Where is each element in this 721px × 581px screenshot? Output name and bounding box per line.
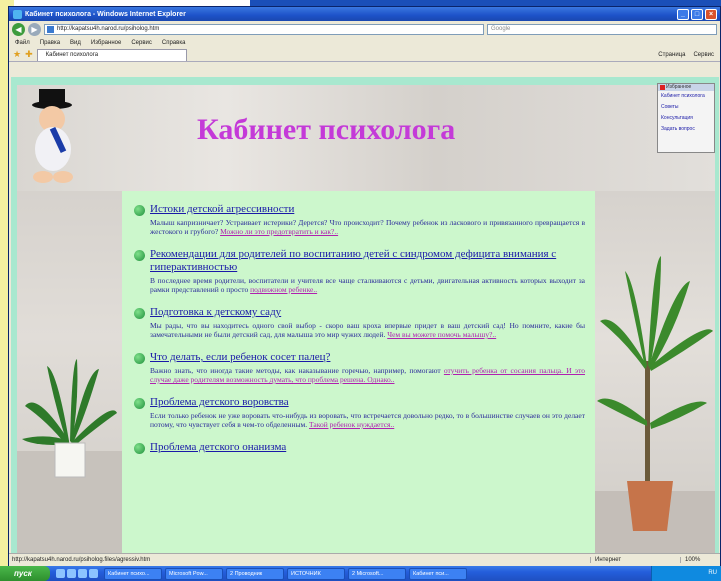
quicklaunch-icon[interactable] [67, 569, 76, 578]
list-item: Проблема детского онанизма [132, 441, 585, 454]
list-item: Что делать, если ребенок сосет палец? Ва… [132, 351, 585, 384]
url-input[interactable]: http://kapatsu4h.narod.ru/psiholog.htm [44, 23, 484, 35]
bullet-icon [134, 205, 145, 216]
panel-header: Избранное [658, 84, 714, 91]
read-more-link[interactable]: Такой ребенок нуждается.. [309, 420, 394, 429]
list-item: Подготовка к детскому саду Мы рады, что … [132, 306, 585, 339]
bullet-icon [134, 443, 145, 454]
web-page: Кабинет психолога Истоки детской агресси… [17, 85, 715, 555]
article-summary: В последнее время родители, воспитатели … [150, 276, 585, 294]
menu-bar: Файл Правка Вид Избранное Сервис Справка [9, 37, 720, 48]
menu-favorites[interactable]: Избранное [91, 40, 121, 46]
summary-text: Мы рады, что вы находитесь одного свой в… [150, 321, 585, 339]
bullet-icon [134, 308, 145, 319]
close-icon[interactable]: × [705, 8, 717, 20]
read-more-link[interactable]: Можно ли это предотвратить и как?.. [220, 227, 338, 236]
bullet-icon [134, 250, 145, 261]
summary-text: Важно знать, что иногда такие методы, ка… [150, 366, 441, 375]
system-tray: RU [651, 566, 721, 581]
palm-right-image [595, 256, 715, 555]
left-decor-column [17, 191, 122, 555]
article-summary: Малыш капризничает? Устраивает истерики?… [150, 218, 585, 236]
page-viewport: Кабинет психолога Истоки детской агресси… [11, 77, 719, 555]
page-menu[interactable]: Страница [658, 52, 685, 58]
taskbar-item[interactable]: Кабинет психо... [104, 567, 162, 580]
bullet-icon [134, 353, 145, 364]
menu-edit[interactable]: Правка [40, 40, 60, 46]
panel-link[interactable]: Кабинет психолога [658, 91, 714, 102]
page-header: Кабинет психолога [17, 85, 715, 191]
summary-text: В последнее время родители, воспитатели … [150, 276, 585, 294]
article-link[interactable]: Проблема детского онанизма [150, 441, 585, 454]
tab-bar: ★ ✚ Кабинет психолога Страница Сервис [9, 48, 720, 62]
list-item: Проблема детского воровства Если только … [132, 396, 585, 429]
zoom-level[interactable]: 100% [680, 557, 720, 563]
floating-toolbar-panel: Избранное Кабинет психолога Советы Консу… [657, 83, 715, 153]
tab-current[interactable]: Кабинет психолога [36, 48, 187, 61]
menu-file[interactable]: Файл [15, 40, 30, 46]
article-link[interactable]: Что делать, если ребенок сосет палец? [150, 351, 585, 364]
add-favorite-icon[interactable]: ✚ [25, 49, 33, 60]
back-button[interactable]: ◀ [12, 22, 25, 36]
read-more-link[interactable]: подвижном ребенке.. [250, 285, 317, 294]
bullet-icon [134, 398, 145, 409]
panel-link[interactable]: Задать вопрос [658, 124, 714, 135]
right-decor-column [595, 191, 715, 555]
status-url: http://kapatsu4h.narod.ru/psiholog.files… [12, 557, 151, 563]
page-icon [47, 25, 54, 33]
quicklaunch-icon[interactable] [56, 569, 65, 578]
taskbar-item[interactable]: 2 Microsoft... [348, 567, 406, 580]
summary-text: Малыш капризничает? Устраивает истерики?… [150, 218, 585, 236]
quicklaunch-icon[interactable] [89, 569, 98, 578]
article-link[interactable]: Проблема детского воровства [150, 396, 585, 409]
address-bar: ◀ ▶ http://kapatsu4h.narod.ru/psiholog.h… [9, 21, 720, 37]
start-button[interactable]: пуск [0, 566, 50, 581]
article-link[interactable]: Рекомендации для родителей по воспитанию… [150, 248, 585, 274]
quicklaunch-icon[interactable] [78, 569, 87, 578]
plant-left-image [17, 359, 122, 555]
security-zone: Интернет [590, 557, 680, 563]
forward-button[interactable]: ▶ [28, 22, 41, 36]
status-bar: http://kapatsu4h.narod.ru/psiholog.files… [9, 553, 720, 566]
baby-in-hat-image [32, 89, 73, 183]
menu-tools[interactable]: Сервис [131, 40, 152, 46]
panel-link[interactable]: Консультация [658, 113, 714, 124]
list-item: Рекомендации для родителей по воспитанию… [132, 248, 585, 294]
article-summary: Если только ребенок не уже воровать что-… [150, 411, 585, 429]
article-list: Истоки детской агрессивности Малыш капри… [122, 191, 595, 555]
menu-view[interactable]: Вид [70, 40, 81, 46]
menu-help[interactable]: Справка [162, 40, 186, 46]
panel-link[interactable]: Советы [658, 102, 714, 113]
search-input[interactable]: Google [487, 23, 717, 35]
taskbar-item[interactable]: 2 Проводник [226, 567, 284, 580]
read-more-link[interactable]: Чем вы можете помочь малышу?.. [387, 330, 496, 339]
tools-menu[interactable]: Сервис [693, 52, 714, 58]
favorites-star-icon[interactable]: ★ [13, 49, 21, 60]
article-link[interactable]: Подготовка к детскому саду [150, 306, 585, 319]
list-item: Истоки детской агрессивности Малыш капри… [132, 203, 585, 236]
title-bar: Кабинет психолога - Windows Internet Exp… [9, 7, 720, 21]
minimize-icon[interactable]: _ [677, 8, 689, 20]
article-summary: Важно знать, что иногда такие методы, ка… [150, 366, 585, 384]
taskbar-item[interactable]: Кабинет пси... [409, 567, 467, 580]
maximize-icon[interactable]: □ [691, 8, 703, 20]
url-text: http://kapatsu4h.narod.ru/psiholog.htm [57, 25, 160, 32]
article-summary: Мы рады, что вы находитесь одного свой в… [150, 321, 585, 339]
taskbar-item[interactable]: ИСТОЧНИК [287, 567, 345, 580]
quick-launch [56, 569, 98, 578]
page-title: Кабинет психолога [197, 113, 456, 146]
taskbar-item[interactable]: Microsoft Pow... [165, 567, 223, 580]
window-title: Кабинет психолога - Windows Internet Exp… [25, 10, 186, 18]
browser-window: Кабинет психолога - Windows Internet Exp… [8, 6, 721, 566]
ie-icon [13, 9, 22, 19]
article-link[interactable]: Истоки детской агрессивности [150, 203, 585, 216]
taskbar: пуск Кабинет психо... Microsoft Pow... 2… [0, 566, 721, 581]
